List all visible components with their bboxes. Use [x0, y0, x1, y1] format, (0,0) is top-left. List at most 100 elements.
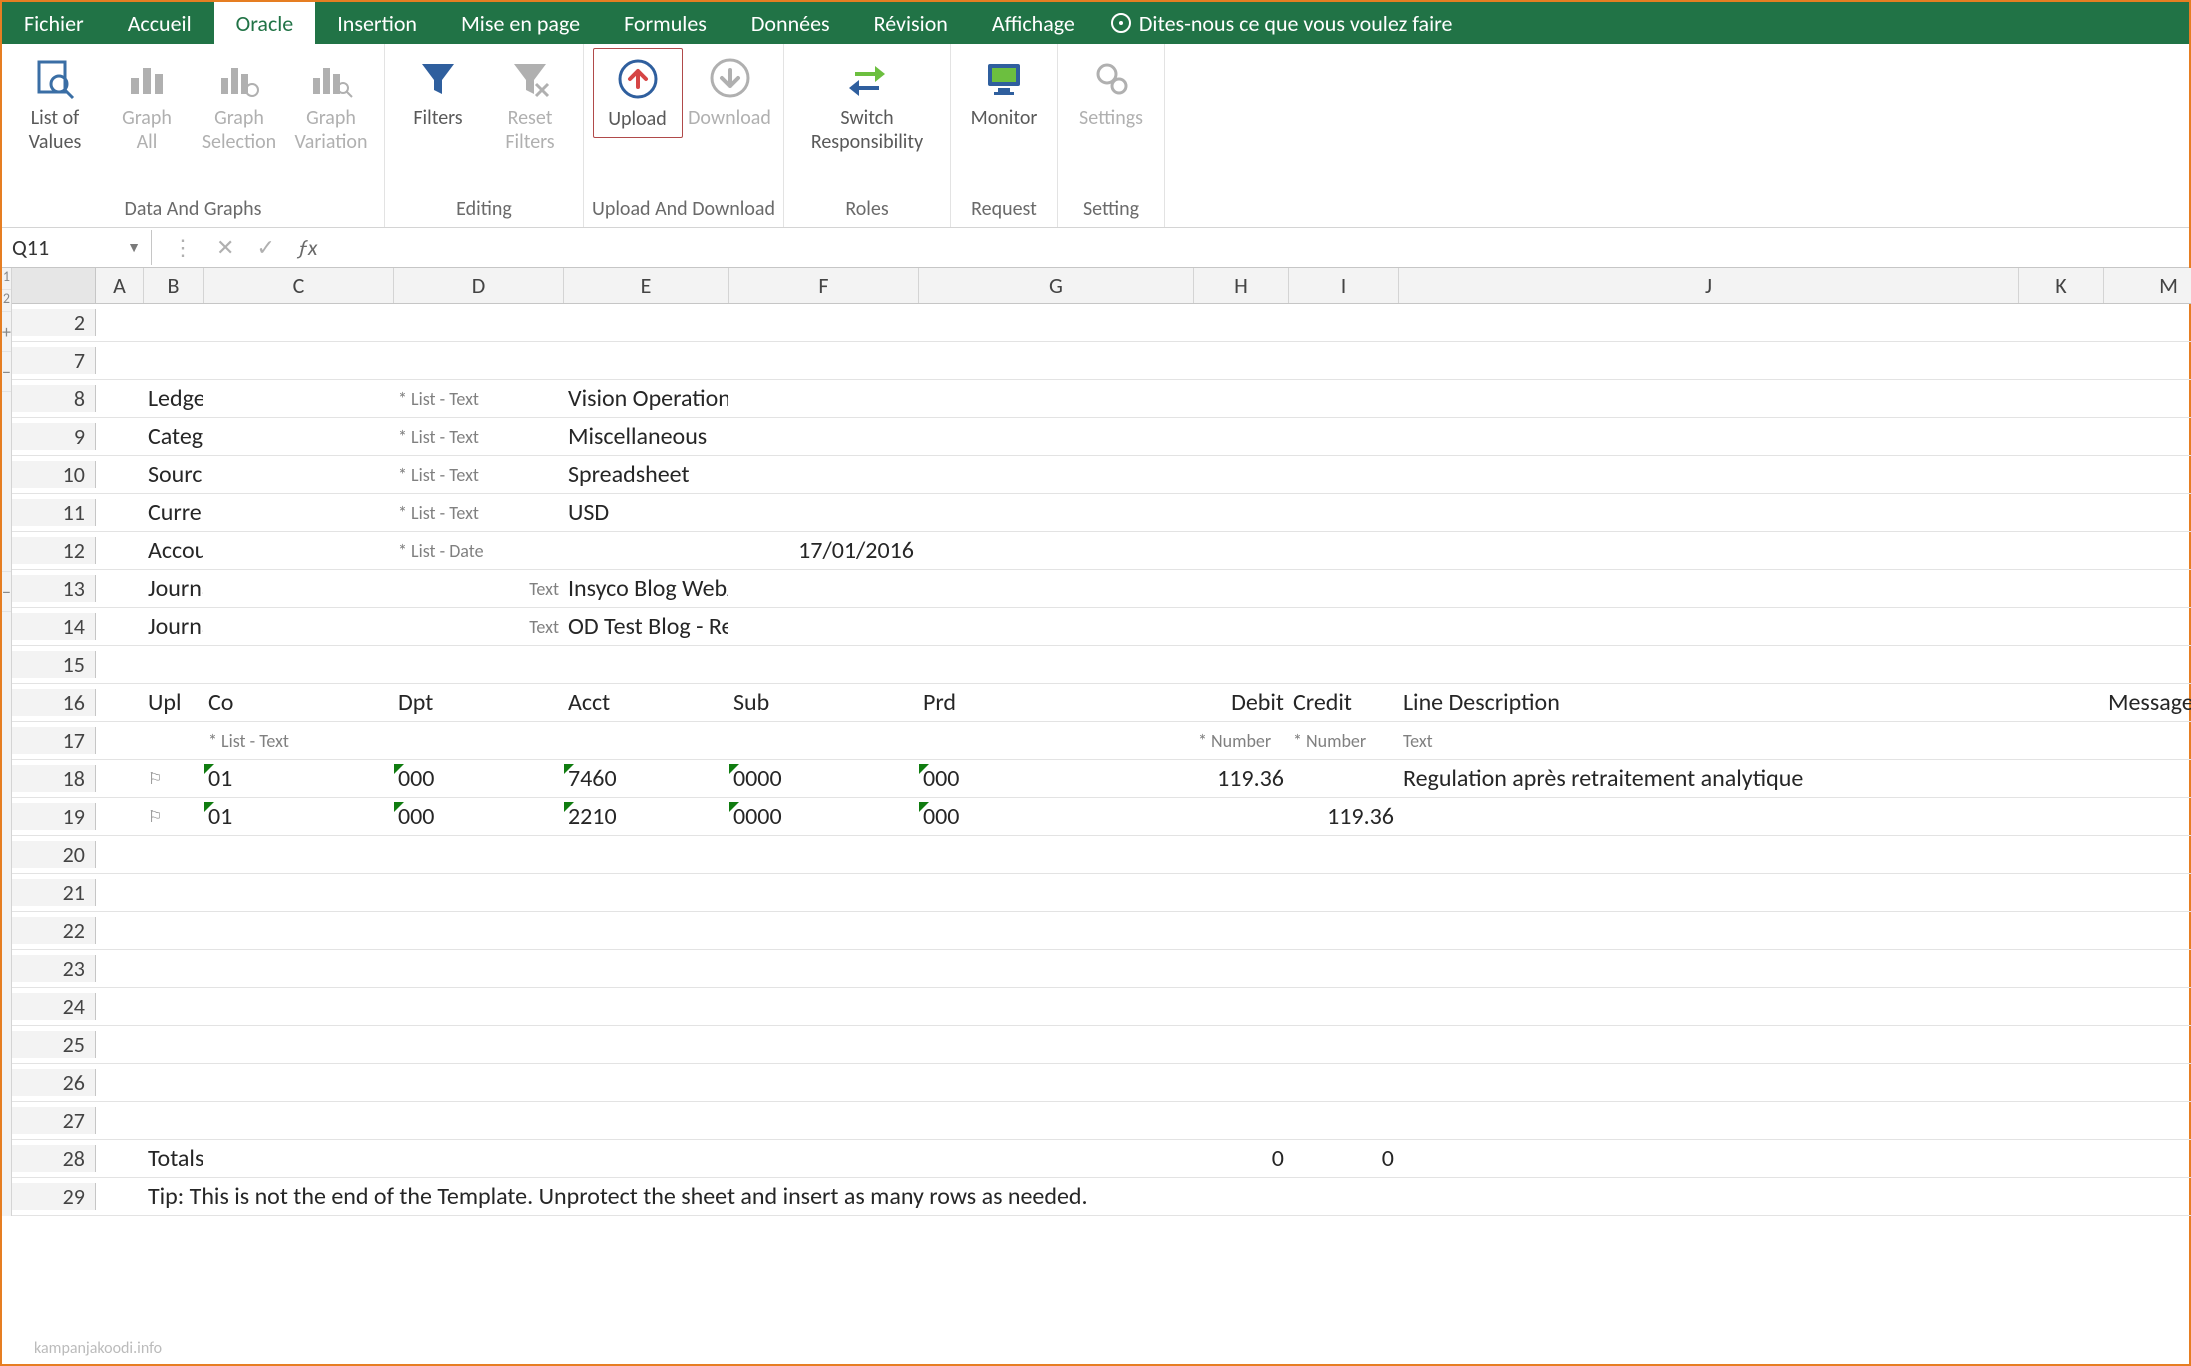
- cell[interactable]: Prd: [919, 688, 1194, 717]
- cell[interactable]: 0000: [729, 764, 919, 793]
- cell[interactable]: Messages: [2104, 688, 2191, 717]
- filters-button[interactable]: Filters: [393, 48, 483, 136]
- cancel-formula-icon[interactable]: ✕: [216, 234, 234, 261]
- tab-revision[interactable]: Révision: [852, 2, 970, 44]
- cell[interactable]: Miscellaneous: [564, 422, 729, 451]
- col-A[interactable]: A: [96, 268, 144, 303]
- cell[interactable]: Currency: [144, 498, 204, 527]
- table-row[interactable]: 29 Tip: This is not the end of the Templa…: [12, 1178, 2191, 1216]
- graph-selection-button[interactable]: GraphSelection: [194, 48, 284, 160]
- row-number[interactable]: 28: [12, 1145, 96, 1172]
- row-number[interactable]: 10: [12, 461, 96, 488]
- col-B[interactable]: B: [144, 268, 204, 303]
- cell[interactable]: Category: [144, 422, 204, 451]
- cell[interactable]: Debit: [1194, 688, 1289, 717]
- col-E[interactable]: E: [564, 268, 729, 303]
- table-row[interactable]: 16UplCoDptAcctSubPrdDebitCreditLine Desc…: [12, 684, 2191, 722]
- table-row[interactable]: 21: [12, 874, 2191, 912]
- table-row[interactable]: 14Journal ReferenceTextOD Test Blog - Re…: [12, 608, 2191, 646]
- cell[interactable]: 119.36: [1289, 802, 1399, 831]
- cell[interactable]: ⚐: [144, 807, 204, 827]
- tell-me-search[interactable]: Dites-nous ce que vous voulez faire: [1097, 2, 1467, 44]
- table-row[interactable]: 23: [12, 950, 2191, 988]
- tab-formules[interactable]: Formules: [602, 2, 729, 44]
- row-number[interactable]: 24: [12, 993, 96, 1020]
- cell[interactable]: 000: [919, 802, 1194, 831]
- table-row[interactable]: 13Journal DescriptionTextInsyco Blog Web…: [12, 570, 2191, 608]
- cell[interactable]: Insyco Blog WebADI OD: [564, 574, 729, 603]
- accept-formula-icon[interactable]: ✓: [256, 234, 274, 261]
- cell[interactable]: Tip: This is not the end of the Template…: [144, 1182, 204, 1211]
- cell[interactable]: Regulation après retraitement analytique: [1399, 764, 2019, 793]
- graph-all-button[interactable]: GraphAll: [102, 48, 192, 160]
- col-F[interactable]: F: [729, 268, 919, 303]
- tab-affichage[interactable]: Affichage: [970, 2, 1097, 44]
- settings-button[interactable]: Settings: [1066, 48, 1156, 136]
- table-row[interactable]: 26: [12, 1064, 2191, 1102]
- cell[interactable]: 0000: [729, 802, 919, 831]
- formula-options-icon[interactable]: ⋮: [172, 234, 194, 261]
- row-number[interactable]: 12: [12, 537, 96, 564]
- cell[interactable]: Totals:: [144, 1144, 204, 1173]
- table-row[interactable]: 25: [12, 1026, 2191, 1064]
- cell[interactable]: Co: [204, 688, 394, 717]
- col-I[interactable]: I: [1289, 268, 1399, 303]
- table-row[interactable]: 19⚐0100022100000000119.36: [12, 798, 2191, 836]
- cell[interactable]: 17/01/2016: [729, 536, 919, 565]
- cell[interactable]: Vision Operations (USA): [564, 384, 729, 413]
- table-row[interactable]: 17* List - Text* Number* NumberText: [12, 722, 2191, 760]
- cell[interactable]: 2210: [564, 802, 729, 831]
- cell[interactable]: Acct: [564, 688, 729, 717]
- name-box[interactable]: Q11 ▼: [2, 230, 152, 265]
- cell[interactable]: 119.36: [1194, 764, 1289, 793]
- table-row[interactable]: 20: [12, 836, 2191, 874]
- row-number[interactable]: 18: [12, 765, 96, 792]
- cell[interactable]: 0: [1289, 1144, 1399, 1173]
- cell[interactable]: Text: [394, 616, 564, 638]
- col-C[interactable]: C: [204, 268, 394, 303]
- tab-mise-en-page[interactable]: Mise en page: [439, 2, 602, 44]
- cell[interactable]: Ledger: [144, 384, 204, 413]
- cell[interactable]: * Number: [1289, 730, 1399, 752]
- row-number[interactable]: 8: [12, 385, 96, 412]
- cell[interactable]: 01: [204, 802, 394, 831]
- table-row[interactable]: 10Source* List - TextSpreadsheet: [12, 456, 2191, 494]
- monitor-button[interactable]: Monitor: [959, 48, 1049, 136]
- cell[interactable]: * List - Text: [394, 426, 564, 448]
- row-number[interactable]: 17: [12, 727, 96, 754]
- cell[interactable]: 000: [394, 802, 564, 831]
- table-row[interactable]: 11Currency* List - TextUSD: [12, 494, 2191, 532]
- table-row[interactable]: 2: [12, 304, 2191, 342]
- table-row[interactable]: 24: [12, 988, 2191, 1026]
- col-G[interactable]: G: [919, 268, 1194, 303]
- select-all-corner[interactable]: [12, 268, 96, 303]
- row-number[interactable]: 26: [12, 1069, 96, 1096]
- table-row[interactable]: 27: [12, 1102, 2191, 1140]
- cell[interactable]: OD Test Blog - Reel: [564, 612, 729, 641]
- cell[interactable]: Text: [1399, 730, 2019, 752]
- upload-button[interactable]: Upload: [593, 48, 683, 138]
- row-number[interactable]: 2: [12, 309, 96, 336]
- col-D[interactable]: D: [394, 268, 564, 303]
- cell[interactable]: * List - Text: [394, 502, 564, 524]
- row-number[interactable]: 25: [12, 1031, 96, 1058]
- tab-fichier[interactable]: Fichier: [2, 2, 106, 44]
- cell[interactable]: 000: [394, 764, 564, 793]
- switch-responsibility-button[interactable]: SwitchResponsibility: [792, 48, 942, 160]
- cell[interactable]: * List - Text: [394, 464, 564, 486]
- graph-variation-button[interactable]: GraphVariation: [286, 48, 376, 160]
- col-K[interactable]: K: [2019, 268, 2104, 303]
- row-number[interactable]: 29: [12, 1183, 96, 1210]
- table-row[interactable]: 22: [12, 912, 2191, 950]
- cell[interactable]: Spreadsheet: [564, 460, 729, 489]
- cell[interactable]: Upl: [144, 688, 204, 717]
- download-button[interactable]: Download: [685, 48, 775, 136]
- cell[interactable]: USD: [564, 498, 729, 527]
- cell[interactable]: Dpt: [394, 688, 564, 717]
- tab-donnees[interactable]: Données: [729, 2, 852, 44]
- cell[interactable]: ⚐: [144, 769, 204, 789]
- cell[interactable]: Credit: [1289, 688, 1399, 717]
- table-row[interactable]: 7: [12, 342, 2191, 380]
- row-number[interactable]: 27: [12, 1107, 96, 1134]
- col-J[interactable]: J: [1399, 268, 2019, 303]
